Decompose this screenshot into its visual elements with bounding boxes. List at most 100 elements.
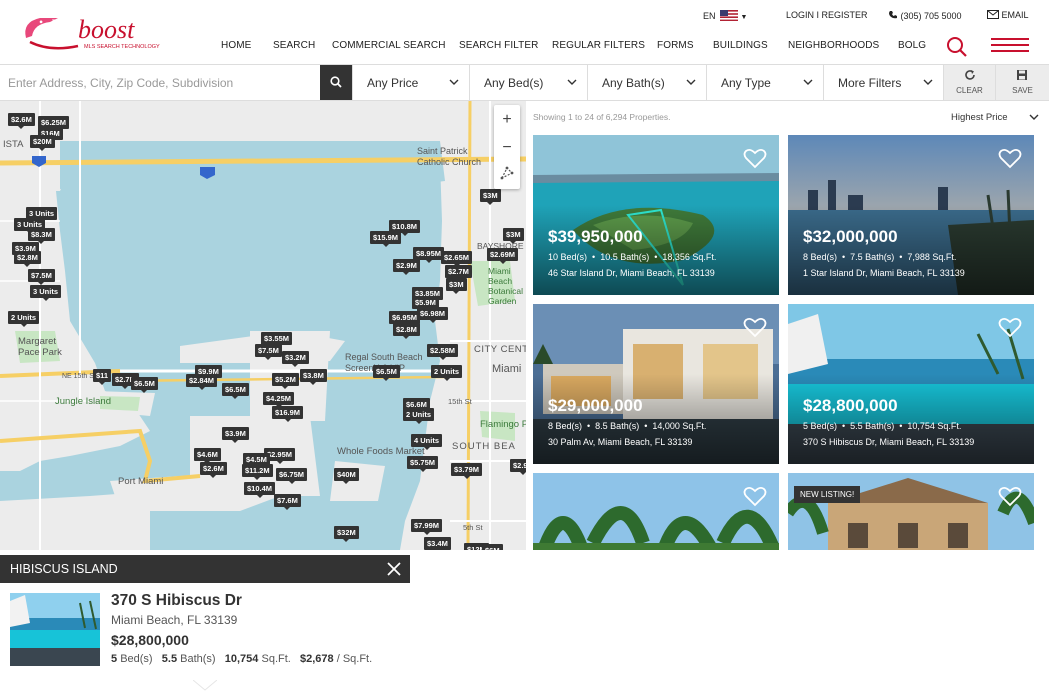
type-filter-dropdown[interactable]: Any Type xyxy=(706,65,823,100)
map-price-marker[interactable]: $3.9M xyxy=(222,427,249,443)
baths-filter-dropdown[interactable]: Any Bath(s) xyxy=(587,65,706,100)
new-listing-badge: NEW LISTING! xyxy=(794,486,861,503)
refresh-icon xyxy=(965,70,975,80)
map-price-marker[interactable]: $3M xyxy=(503,228,524,244)
nav-search[interactable]: SEARCH xyxy=(273,40,315,51)
map-price-marker[interactable]: $2.8M xyxy=(393,323,420,339)
map-price-marker[interactable]: $6.5M xyxy=(373,365,400,381)
map-price-marker[interactable]: 3 Units xyxy=(30,285,62,301)
preview-photo[interactable] xyxy=(10,593,100,666)
zoom-in-button[interactable]: + xyxy=(494,107,520,133)
map-price-marker[interactable]: $8.95M xyxy=(413,247,445,263)
map-price-marker[interactable]: 2 Units xyxy=(403,408,435,424)
map-price-marker[interactable]: $3.2M xyxy=(282,351,309,367)
listing-address: 30 Palm Av, Miami Beach, FL 33139 xyxy=(548,437,693,447)
nav-neighborhoods[interactable]: NEIGHBORHOODS xyxy=(788,40,879,51)
map-price-marker[interactable]: $2.69M xyxy=(487,248,519,264)
favorite-heart-icon[interactable] xyxy=(998,316,1022,338)
map-price-marker[interactable]: $3M xyxy=(446,278,467,294)
favorite-heart-icon[interactable] xyxy=(998,147,1022,169)
map-price-marker[interactable]: $6.5M xyxy=(131,377,158,393)
clear-filters-button[interactable]: CLEAR xyxy=(943,65,995,100)
map-price-marker[interactable]: $2.7M xyxy=(445,265,472,281)
zoom-out-button[interactable]: − xyxy=(494,135,520,161)
map-view[interactable]: ISTA Margaret Pace Park Regal South Beac… xyxy=(0,101,526,550)
search-icon[interactable] xyxy=(946,36,968,58)
map-price-marker[interactable]: $5.75M xyxy=(407,456,439,472)
listing-card[interactable]: $28,800,000 5 Bed(s) • 5.5 Bath(s) • 10,… xyxy=(788,304,1034,464)
map-price-marker[interactable]: $7.5M xyxy=(255,344,282,360)
map-price-marker[interactable]: $2.58M xyxy=(427,344,459,360)
map-label-text: Margaret Pace Park xyxy=(18,336,62,358)
favorite-heart-icon[interactable] xyxy=(998,485,1022,507)
listing-beds: 8 Bed(s) xyxy=(803,252,838,262)
search-submit-button[interactable] xyxy=(320,65,352,100)
listing-specs: 8 Bed(s) • 8.5 Bath(s) • 14,000 Sq.Ft. xyxy=(548,421,707,431)
map-label-port-miami: Port Miami xyxy=(118,476,164,487)
site-header: idx boost MLS SEARCH TECHNOLOGY EN ▼ LOG… xyxy=(0,0,1049,64)
map-price-marker[interactable]: $2.8M xyxy=(14,251,41,267)
map-price-marker[interactable]: $3.4M xyxy=(424,537,451,550)
favorite-heart-icon[interactable] xyxy=(743,485,767,507)
save-search-button[interactable]: SAVE xyxy=(995,65,1049,100)
map-price-marker[interactable]: $7.6M xyxy=(274,494,301,510)
listing-card[interactable]: $32,000,000 8 Bed(s) • 7.5 Bath(s) • 7,9… xyxy=(788,135,1034,295)
map-price-marker[interactable]: $3.79M xyxy=(451,463,483,479)
login-register-link[interactable]: LOGIN I REGISTER xyxy=(786,10,868,20)
listing-card[interactable] xyxy=(533,473,779,550)
map-price-marker[interactable]: $7.99M xyxy=(411,519,443,535)
nav-bolg[interactable]: BOLG xyxy=(898,40,926,51)
sort-select[interactable]: Highest Price xyxy=(951,112,1039,123)
map-price-marker[interactable]: $40M xyxy=(334,468,359,484)
listing-card[interactable]: NEW LISTING! xyxy=(788,473,1034,550)
map-price-marker[interactable]: 2 Units xyxy=(8,311,40,327)
nav-home[interactable]: HOME xyxy=(221,40,251,51)
map-price-marker[interactable]: $6.5M xyxy=(222,383,249,399)
map-price-marker[interactable]: $32M xyxy=(334,526,359,542)
nav-regular-filters[interactable]: REGULAR FILTERS xyxy=(552,40,645,51)
hamburger-menu-icon[interactable] xyxy=(991,38,1029,56)
map-price-marker[interactable]: $6.75M xyxy=(276,468,308,484)
favorite-heart-icon[interactable] xyxy=(743,147,767,169)
map-price-marker[interactable]: $20M xyxy=(30,135,55,151)
map-price-marker[interactable]: $16.9M xyxy=(272,406,304,422)
map-price-marker[interactable]: $2.9M xyxy=(393,259,420,275)
map-price-marker[interactable]: $2.6M xyxy=(200,462,227,478)
map-price-marker[interactable]: $2.9M xyxy=(510,459,526,475)
nav-commercial-search[interactable]: COMMERCIAL SEARCH xyxy=(332,40,446,51)
map-price-marker[interactable]: $7.5M xyxy=(28,269,55,285)
map-price-marker[interactable]: $4.25M xyxy=(263,392,295,408)
listing-card[interactable]: $29,000,000 8 Bed(s) • 8.5 Bath(s) • 14,… xyxy=(533,304,779,464)
map-price-marker[interactable]: 4 Units xyxy=(411,434,443,450)
map-price-marker[interactable]: $2.6M xyxy=(8,113,35,129)
map-price-marker[interactable]: $3M xyxy=(480,189,501,205)
nav-buildings[interactable]: BUILDINGS xyxy=(713,40,768,51)
map-price-marker[interactable]: $11.2M xyxy=(242,464,273,480)
email-link[interactable]: EMAIL xyxy=(987,10,1029,20)
language-selector[interactable]: EN ▼ xyxy=(703,10,747,21)
price-filter-dropdown[interactable]: Any Price xyxy=(352,65,469,100)
preview-baths: 5.5 xyxy=(161,653,178,665)
map-price-marker[interactable]: $4.6M xyxy=(194,448,221,464)
map-price-marker[interactable]: $2.65M xyxy=(441,251,473,267)
favorite-heart-icon[interactable] xyxy=(743,316,767,338)
listing-card[interactable]: $39,950,000 10 Bed(s) • 10.5 Bath(s) • 1… xyxy=(533,135,779,295)
map-price-marker[interactable]: $6.98M xyxy=(417,307,449,323)
close-icon[interactable] xyxy=(386,561,402,577)
map-price-marker[interactable]: 2 Units xyxy=(431,365,463,381)
more-filters-dropdown[interactable]: More Filters xyxy=(823,65,943,100)
phone-link[interactable]: (305) 705 5000 xyxy=(888,10,962,21)
preview-address[interactable]: 370 S Hibiscus Dr xyxy=(111,592,242,610)
nav-search-filter[interactable]: SEARCH FILTER xyxy=(459,40,538,51)
map-price-marker[interactable]: $10.4M xyxy=(244,482,276,498)
nav-forms[interactable]: FORMS xyxy=(657,40,694,51)
map-price-marker[interactable]: $3.8M xyxy=(300,369,327,385)
beds-filter-dropdown[interactable]: Any Bed(s) xyxy=(469,65,587,100)
map-price-marker[interactable]: $8.3M xyxy=(28,228,55,244)
map-price-marker[interactable]: $2.84M xyxy=(186,374,218,390)
location-search-input[interactable] xyxy=(0,65,320,100)
map-price-marker[interactable]: $5.2M xyxy=(272,373,299,389)
draw-polygon-icon[interactable] xyxy=(499,165,515,181)
map-price-marker[interactable]: $15.9M xyxy=(370,231,402,247)
map-price-marker[interactable]: $11 xyxy=(93,369,112,385)
